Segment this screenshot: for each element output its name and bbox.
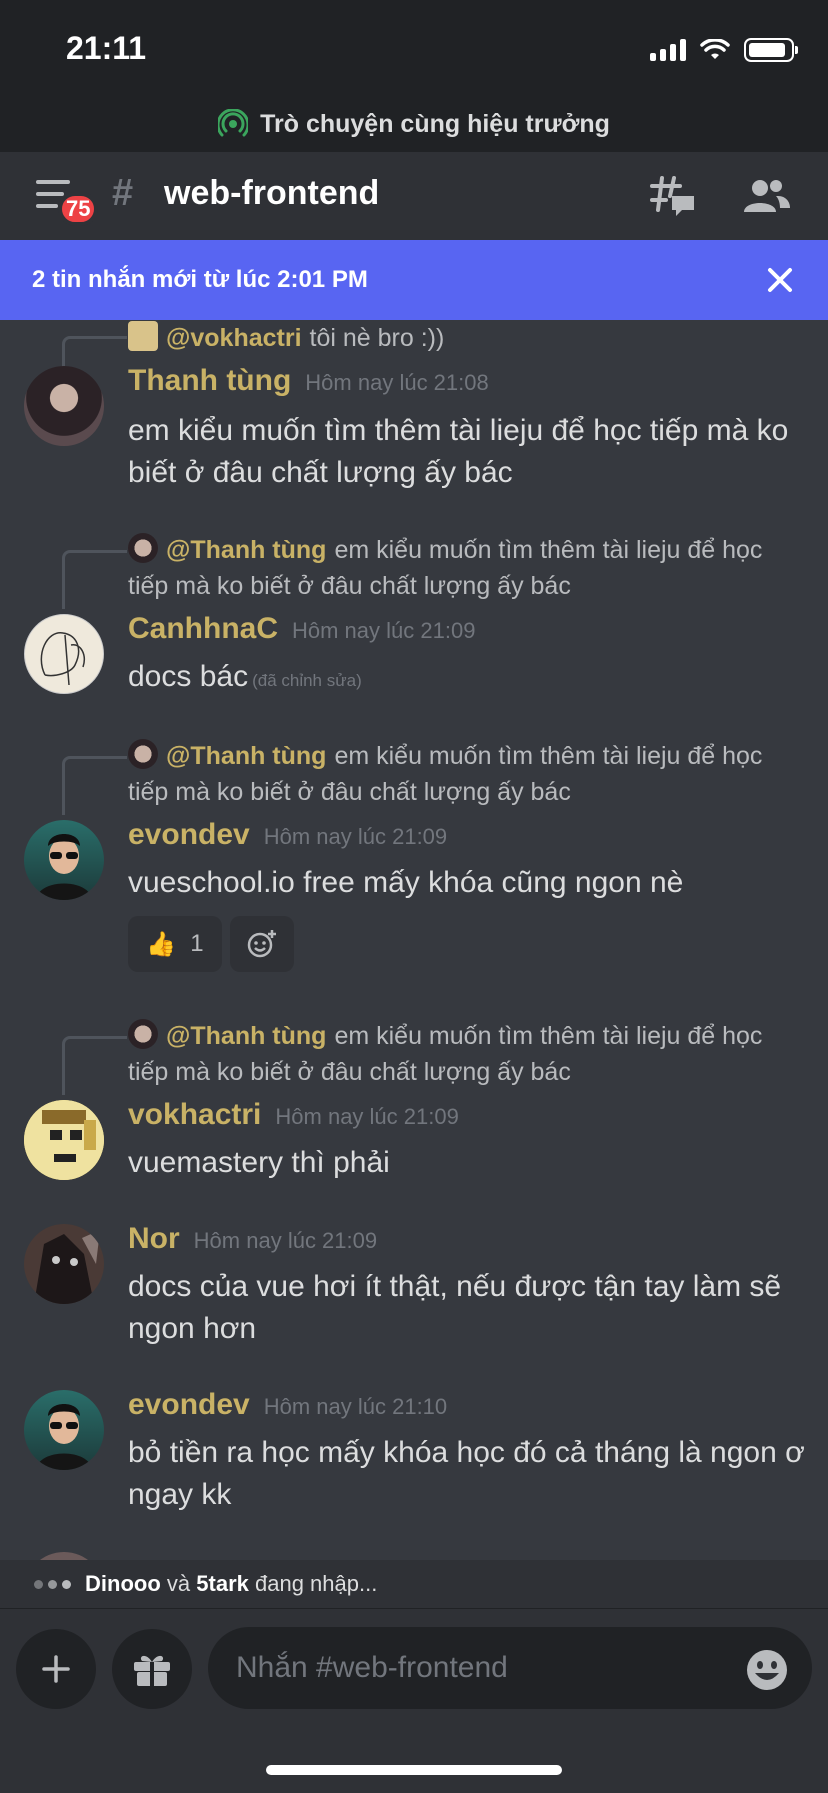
home-indicator [266,1765,562,1775]
status-bar: 21:11 [0,0,828,96]
attach-button[interactable] [16,1629,96,1709]
plus-icon [42,1655,70,1683]
close-icon[interactable] [764,264,796,296]
avatar[interactable] [24,1224,104,1304]
reply-avatar [128,321,158,352]
typing-indicator: Dinooo và 5tark đang nhập... [0,1560,828,1608]
avatar[interactable] [24,820,104,900]
avatar[interactable] [24,1552,104,1560]
author-name[interactable]: evondev [128,818,250,851]
members-icon[interactable] [742,178,790,214]
message-timestamp: Hôm nay lúc 21:09 [193,1228,378,1253]
message-content: vuemastery thì phải [128,1146,390,1179]
message-timestamp: Hôm nay lúc 21:09 [275,1104,459,1129]
message-content: bỏ tiền ra học mấy khóa học đó cả tháng … [128,1436,805,1511]
message-timestamp: Hôm nay lúc 21:08 [305,370,489,395]
reply-avatar [128,533,158,564]
typing-connector: và [166,1571,191,1596]
avatar-pixel [24,1100,104,1180]
message-content: em kiểu muốn tìm thêm tài lieju để học t… [128,414,789,489]
message-timestamp: Hôm nay lúc 21:09 [263,824,448,849]
typing-user: Dinooo [85,1571,161,1596]
new-messages-text: 2 tin nhắn mới từ lúc 2:01 PM [32,266,368,293]
reply-spine [62,1036,127,1095]
reply-spine [62,336,127,369]
author-name[interactable]: Thanh tùng [128,364,291,397]
add-reaction-button[interactable] [230,916,294,972]
message-author[interactable]: Nor Hôm nay lúc 21:09 [128,1222,377,1256]
reply-avatar [128,739,158,770]
avatar[interactable] [24,614,104,694]
message-content: docs bác (đã chỉnh sửa) [128,656,808,702]
reply-text: tôi nè bro :)) [309,324,445,352]
status-time: 21:11 [66,30,147,66]
message-author[interactable]: CanhhnaC Hôm nay lúc 21:09 [128,612,475,646]
typing-dots-icon [34,1579,71,1589]
message-timestamp: Hôm nay lúc 21:10 [263,1394,448,1419]
reply-preview[interactable]: @Thanh tùng em kiểu muốn tìm thêm tài lie… [128,532,808,604]
mention-badge: 75 [58,192,99,226]
typing-suffix: đang nhập... [254,1571,378,1596]
reply-preview[interactable]: @vokhactri tôi nè bro :)) [128,320,808,356]
reply-spine [62,550,127,609]
stage-title: Trò chuyện cùng hiệu trưởng [260,109,610,138]
message-text: docs bác [128,660,249,693]
avatar[interactable] [24,1100,104,1180]
message-content: docs của vue hơi ít thật, nếu được tận t… [128,1270,782,1345]
message-author[interactable]: evondev Hôm nay lúc 21:09 [128,818,447,852]
edited-label: (đã chỉnh sửa) [252,671,362,690]
add-reaction-icon [247,930,276,958]
message-author[interactable]: vokhactri Hôm nay lúc 21:09 [128,1098,459,1132]
author-name[interactable]: vokhactri [128,1098,261,1131]
reaction-chip[interactable]: 👍 1 [128,916,222,972]
reply-author: @Thanh tùng [166,742,327,770]
reply-avatar [128,1019,158,1050]
avatar[interactable] [24,1390,104,1470]
reaction-emoji: 👍 [146,930,177,958]
avatar-art [34,1230,100,1304]
emoji-icon[interactable] [746,1649,788,1691]
locked-channel-icon: # [112,172,134,214]
author-name[interactable]: Nor [128,1222,180,1255]
message-input[interactable] [208,1627,812,1709]
signal-icon [650,39,686,61]
avatar-portrait [36,1404,92,1470]
threads-icon[interactable] [650,174,696,218]
message-content: vueschool.io free mấy khóa cũng ngon nè [128,866,684,899]
avatar-portrait [36,834,92,900]
reply-author: @vokhactri [166,324,302,352]
reply-preview[interactable]: @Thanh tùng em kiểu muốn tìm thêm tài lie… [128,738,808,810]
status-icons [650,38,798,62]
reply-author: @Thanh tùng [166,536,327,564]
wifi-icon [700,39,730,59]
reply-preview[interactable]: @Thanh tùng em kiểu muốn tìm thêm tài lie… [128,1018,808,1090]
typing-text: Dinooo và 5tark đang nhập... [85,1571,377,1597]
message-timestamp: Hôm nay lúc 21:09 [292,618,476,643]
gift-button[interactable] [112,1629,192,1709]
message-author[interactable]: evondev Hôm nay lúc 21:10 [128,1388,447,1422]
channel-header: 75 # web-frontend [0,152,828,240]
battery-icon [744,38,798,62]
composer [0,1608,828,1793]
message-list[interactable]: @vokhactri tôi nè bro :)) Thanh tùng Hôm n… [0,320,828,1560]
reply-author: @Thanh tùng [166,1022,327,1050]
author-name[interactable]: evondev [128,1388,250,1421]
gift-icon [134,1655,170,1686]
typing-user: 5tark [196,1571,249,1596]
author-name[interactable]: CanhhnaC [128,612,278,645]
stage-bar[interactable]: Trò chuyện cùng hiệu trưởng [0,96,828,152]
avatar[interactable] [24,366,104,446]
avatar-sketch [40,632,85,686]
reaction-count: 1 [190,930,204,957]
new-messages-banner[interactable]: 2 tin nhắn mới từ lúc 2:01 PM [0,240,828,320]
message-author[interactable]: Thanh tùng Hôm nay lúc 21:08 [128,364,489,398]
stage-icon [218,109,249,137]
reply-spine [62,756,127,815]
channel-name[interactable]: web-frontend [164,174,379,213]
